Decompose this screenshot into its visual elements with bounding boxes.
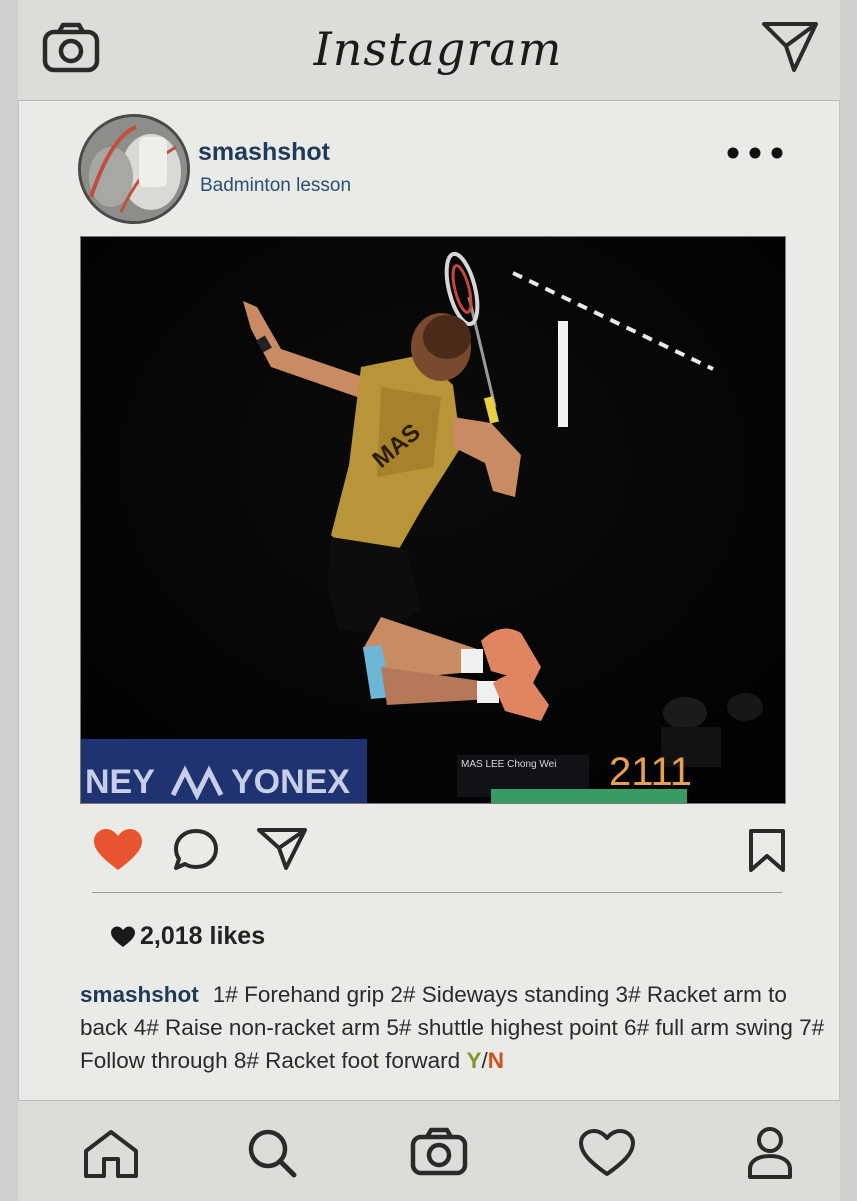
caption-no: N	[487, 1048, 504, 1073]
banner-text-left: NEY	[85, 763, 155, 801]
badminton-player-image: MAS NEY YONEX MAS LEE Chong Wei 2111	[81, 237, 785, 803]
camera-icon[interactable]	[42, 22, 100, 74]
profile-icon[interactable]	[746, 1125, 794, 1181]
divider	[92, 892, 782, 893]
top-bar: Instagram	[18, 0, 840, 101]
caption-username[interactable]: smashshot	[80, 982, 199, 1007]
scoreboard-name: MAS LEE Chong Wei	[461, 759, 556, 770]
likes-count[interactable]: 2,018 likes	[110, 922, 265, 951]
send-icon[interactable]	[256, 826, 308, 872]
likes-label: 2,018 likes	[140, 922, 266, 950]
avatar[interactable]	[78, 114, 190, 224]
scoreboard-score: 2111	[609, 750, 692, 794]
post-photo[interactable]: MAS NEY YONEX MAS LEE Chong Wei 2111	[80, 236, 786, 804]
post-caption: smashshot 1# Forehand grip 2# Sideways st…	[80, 978, 840, 1077]
caption-yes: Y	[466, 1048, 482, 1073]
heart-icon[interactable]	[578, 1129, 636, 1177]
app-title: Instagram	[313, 22, 563, 76]
comment-icon[interactable]	[172, 828, 220, 872]
banner-text: YONEX	[231, 763, 350, 801]
camera-icon[interactable]	[410, 1127, 468, 1177]
instagram-post-printout: Instagram smashshot Badminton lesson MAS…	[18, 0, 840, 1201]
post-username[interactable]: smashshot	[198, 138, 330, 167]
avatar-image	[81, 117, 187, 221]
search-icon[interactable]	[246, 1127, 298, 1179]
heart-icon[interactable]	[92, 828, 144, 872]
post-location[interactable]: Badminton lesson	[200, 175, 351, 197]
home-icon[interactable]	[82, 1129, 140, 1179]
bookmark-icon[interactable]	[746, 828, 788, 874]
bottom-nav	[18, 1100, 840, 1201]
send-icon[interactable]	[760, 20, 820, 74]
small-heart-icon	[111, 926, 135, 947]
more-dots-icon[interactable]	[726, 146, 784, 160]
